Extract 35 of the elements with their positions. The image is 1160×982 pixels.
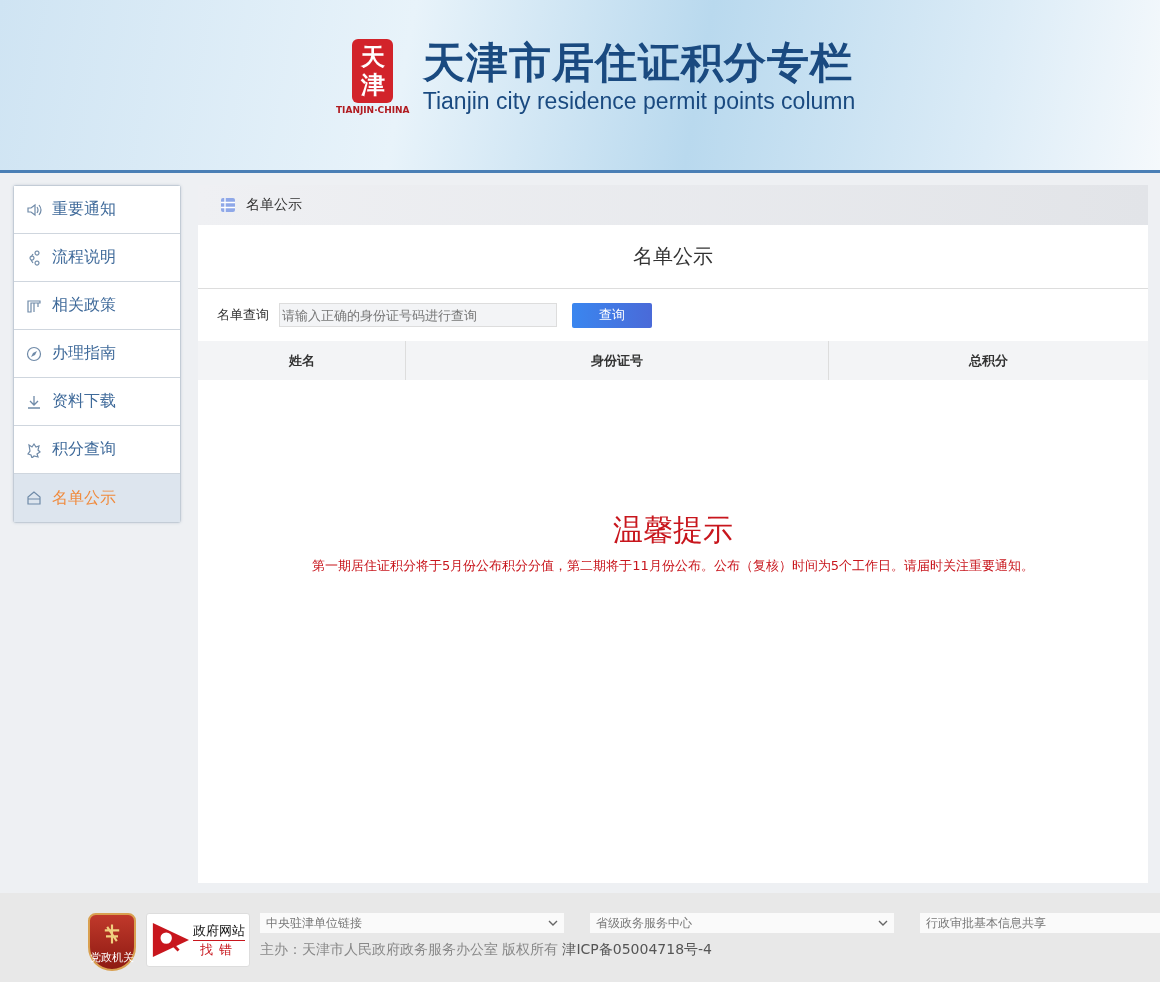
chevron-down-icon xyxy=(548,920,558,926)
house-icon xyxy=(26,490,42,506)
sidebar-item[interactable]: 重要通知 xyxy=(14,186,180,234)
compass-icon xyxy=(26,345,42,362)
page-title: 名单公示 xyxy=(198,225,1148,289)
flow-icon xyxy=(26,249,42,266)
icp-link[interactable]: 津ICP备05004718号-4 xyxy=(562,941,713,959)
breadcrumb-text: 名单公示 xyxy=(246,196,302,214)
link-dropdown[interactable]: 省级政务服务中心 xyxy=(590,913,894,933)
speaker-icon xyxy=(26,201,42,218)
notice-title: 温馨提示 xyxy=(613,511,733,549)
sidebar-item[interactable]: 资料下载 xyxy=(14,378,180,426)
column-header: 身份证号 xyxy=(406,341,829,380)
column-header: 姓名 xyxy=(198,341,406,380)
sidebar-item[interactable]: 流程说明 xyxy=(14,234,180,282)
query-button[interactable]: 查询 xyxy=(572,302,652,328)
search-label: 名单查询 xyxy=(217,306,269,324)
chevron-down-icon xyxy=(878,920,888,926)
sidebar-item[interactable]: 相关政策 xyxy=(14,282,180,330)
column-header: 总积分 xyxy=(967,351,1009,370)
magnifier-icon xyxy=(151,920,189,960)
sidebar-item[interactable]: 办理指南 xyxy=(14,330,180,378)
gov-site-error-badge[interactable]: 政府网站 找错 xyxy=(146,913,250,967)
link-dropdown[interactable]: 中央驻津单位链接 xyxy=(260,913,564,933)
party-badge-logo[interactable]: 党政机关 xyxy=(88,913,136,971)
id-search-field[interactable]: 请输入正确的身份证号码进行查询 xyxy=(279,303,557,327)
list-icon xyxy=(220,197,236,213)
copyright-text: 主办：天津市人民政府政务服务办公室 版权所有 xyxy=(260,941,559,959)
seal-logo: 天津 TIANJIN·CHINA xyxy=(332,40,413,114)
download-icon xyxy=(26,393,42,410)
site-title: 天津市居住证积分专栏 xyxy=(422,39,854,87)
link-field[interactable]: 行政审批基本信息共享 xyxy=(920,913,1160,933)
site-subtitle: Tianjin city residence permit points column xyxy=(422,87,856,115)
notice-text: 第一期居住证积分将于5月份公布积分分值，第二期将于11月份公布。公布（复核）时间为5个工作日。请届时关注重要通知。 xyxy=(311,557,1035,575)
sidebar-item[interactable]: 积分查询 xyxy=(14,426,180,474)
